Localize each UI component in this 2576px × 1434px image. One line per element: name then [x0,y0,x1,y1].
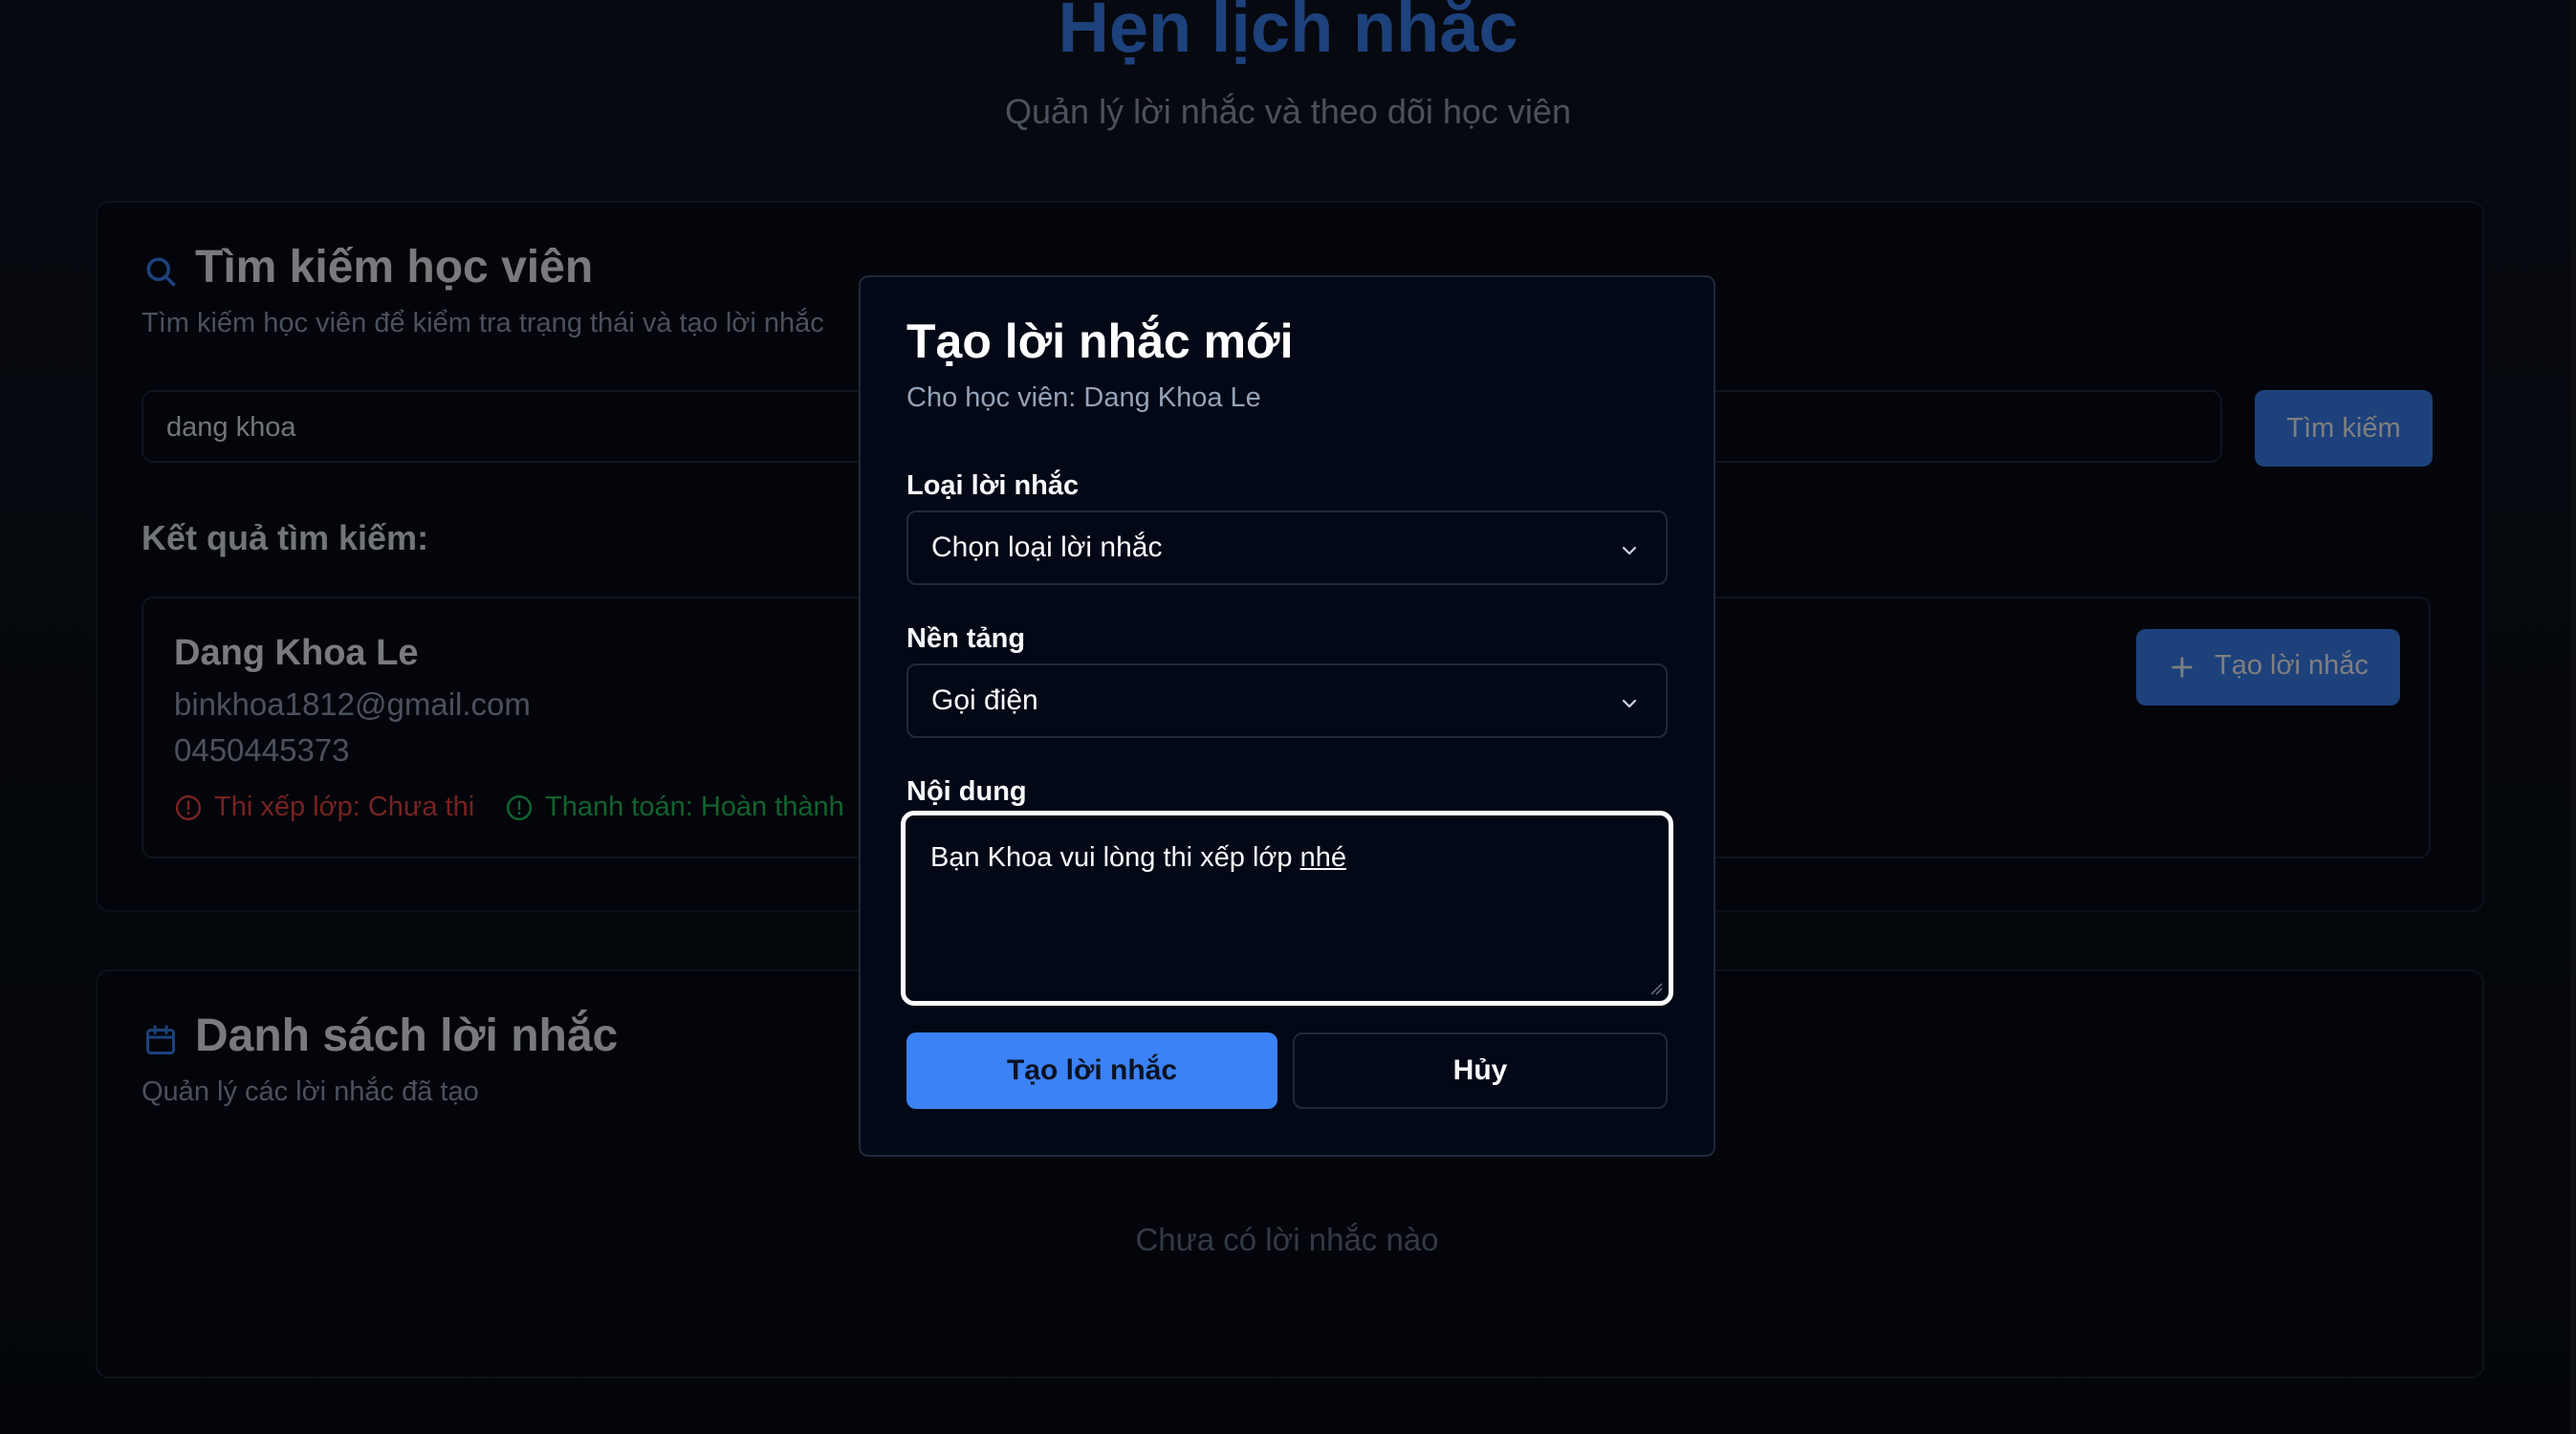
resize-handle-icon[interactable] [1648,980,1663,995]
platform-select[interactable]: Gọi điện [906,663,1668,738]
platform-label: Nền tảng [906,623,1026,654]
cancel-button[interactable]: Hủy [1293,1032,1668,1109]
platform-value: Gọi điện [931,684,1038,716]
chevron-down-icon [1622,546,1637,555]
modal-title: Tạo lời nhắc mới [906,315,1294,368]
reminder-type-value: Chọn loại lời nhắc [931,532,1163,563]
reminder-type-select[interactable]: Chọn loại lời nhắc [906,511,1668,585]
content-label: Nội dung [906,776,1027,807]
content-textarea[interactable]: Bạn Khoa vui lòng thi xếp lớp nhé [901,811,1673,1006]
chevron-down-icon [1622,699,1637,708]
reminder-type-label: Loại lời nhắc [906,470,1080,501]
modal-subtitle: Cho học viên: Dang Khoa Le [906,382,1261,413]
submit-reminder-button[interactable]: Tạo lời nhắc [906,1032,1277,1109]
content-text: Bạn Khoa vui lòng thi xếp lớp nhé [930,842,1346,873]
